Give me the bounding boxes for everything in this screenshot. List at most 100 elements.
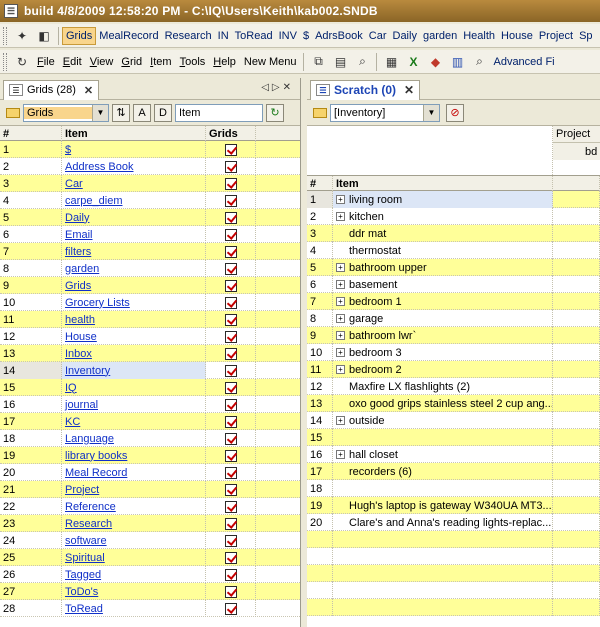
row-item-cell[interactable]: + kitchen (333, 208, 553, 225)
toolbar-grip[interactable] (3, 26, 7, 45)
table-row[interactable] (307, 548, 600, 565)
row-project-cell[interactable] (553, 497, 600, 514)
row-item-link[interactable]: IQ (65, 382, 77, 394)
table-row[interactable]: 3 ddr mat (307, 225, 600, 242)
checkbox-checked[interactable] (225, 177, 237, 190)
row-item-cell[interactable]: Reference (62, 498, 206, 515)
table-row[interactable]: 23 Research (0, 515, 300, 532)
row-project-cell[interactable] (553, 208, 600, 225)
menu-item-5[interactable]: Item (146, 54, 175, 70)
row-project-cell[interactable] (553, 378, 600, 395)
row-item-link[interactable]: garden (65, 263, 99, 275)
checkbox-checked[interactable] (225, 568, 237, 581)
column-header-project[interactable]: Project (553, 126, 600, 143)
chevron-down-icon[interactable]: ▼ (423, 104, 439, 121)
row-item-link[interactable]: journal (65, 399, 98, 411)
row-item-cell[interactable]: + bedroom 1 (333, 293, 553, 310)
row-item-cell[interactable]: $ (62, 141, 206, 158)
row-project-cell[interactable] (553, 463, 600, 480)
column-header-grids[interactable]: Grids (206, 126, 256, 141)
chevron-down-icon[interactable]: ▼ (92, 104, 108, 121)
column-header-item[interactable]: Item (62, 126, 206, 141)
new-menu-button[interactable]: New Menu (240, 54, 301, 70)
sort-ascending-button[interactable]: A (133, 103, 151, 122)
row-project-cell[interactable] (553, 531, 600, 548)
table-row[interactable]: 5 + bathroom upper (307, 259, 600, 276)
search-icon[interactable]: ⌕ (470, 53, 488, 71)
table-row[interactable]: 6 + basement (307, 276, 600, 293)
table-row[interactable]: 15 (307, 429, 600, 446)
table-row[interactable]: 7 + bedroom 1 (307, 293, 600, 310)
table-row[interactable]: 10 + bedroom 3 (307, 344, 600, 361)
row-item-cell[interactable]: Inventory (62, 362, 206, 379)
row-item-cell[interactable]: garden (62, 260, 206, 277)
row-item-cell[interactable]: filters (62, 243, 206, 260)
row-item-link[interactable]: Daily (65, 212, 89, 224)
checkbox-checked[interactable] (225, 483, 237, 496)
table-row[interactable]: 1 $ (0, 141, 300, 158)
row-item-link[interactable]: Grids (65, 280, 91, 292)
row-item-cell[interactable]: + hall closet (333, 446, 553, 463)
table-row[interactable]: 27 ToDo's (0, 583, 300, 600)
row-item-link[interactable]: library books (65, 450, 127, 462)
row-item-cell[interactable]: Grocery Lists (62, 294, 206, 311)
excel-icon[interactable]: X (404, 53, 422, 71)
row-item-cell[interactable]: health (62, 311, 206, 328)
row-item-cell[interactable] (333, 480, 553, 497)
shapes-icon[interactable]: ◆ (426, 53, 444, 71)
row-item-cell[interactable]: IQ (62, 379, 206, 396)
row-item-cell[interactable]: House (62, 328, 206, 345)
table-row[interactable]: 8 garden (0, 260, 300, 277)
row-item-link[interactable]: Grocery Lists (65, 297, 130, 309)
expand-plus-icon[interactable]: + (336, 416, 345, 425)
expand-plus-icon[interactable]: + (336, 263, 345, 272)
row-item-cell[interactable]: software (62, 532, 206, 549)
row-item-link[interactable]: carpe_diem (65, 195, 122, 207)
row-item-cell[interactable]: + bedroom 2 (333, 361, 553, 378)
row-item-cell[interactable]: thermostat (333, 242, 553, 259)
row-project-cell[interactable] (553, 582, 600, 599)
row-item-cell[interactable]: Project (62, 481, 206, 498)
expand-plus-icon[interactable]: + (336, 450, 345, 459)
checkbox-checked[interactable] (225, 194, 237, 207)
row-item-cell[interactable]: Tagged (62, 566, 206, 583)
quicklink-4[interactable]: IN (215, 28, 232, 44)
checkbox-checked[interactable] (225, 398, 237, 411)
checkbox-checked[interactable] (225, 364, 237, 377)
checkbox-checked[interactable] (225, 313, 237, 326)
table-row[interactable]: 2 + kitchen (307, 208, 600, 225)
sort-field-input[interactable]: Item (175, 103, 263, 122)
row-item-cell[interactable]: + garage (333, 310, 553, 327)
table-row[interactable] (307, 531, 600, 548)
open-icon[interactable]: ◧ (35, 27, 53, 45)
table-row[interactable]: 16 + hall closet (307, 446, 600, 463)
table-row[interactable]: 4 thermostat (307, 242, 600, 259)
row-item-link[interactable]: Address Book (65, 161, 133, 173)
quicklink-13[interactable]: House (498, 28, 536, 44)
row-project-cell[interactable] (553, 310, 600, 327)
table-row[interactable]: 9 Grids (0, 277, 300, 294)
refresh-icon[interactable]: ↻ (13, 53, 31, 71)
table-row[interactable]: 25 Spiritual (0, 549, 300, 566)
tab-scratch[interactable]: ☰ Scratch (0) ✕ (310, 79, 421, 100)
scratch-grid-select[interactable]: [Inventory] ▼ (330, 103, 440, 122)
row-item-link[interactable]: Spiritual (65, 552, 105, 564)
checkbox-checked[interactable] (225, 262, 237, 275)
table-row[interactable]: 13 oxo good grips stainless steel 2 cup a… (307, 395, 600, 412)
row-project-cell[interactable] (553, 225, 600, 242)
table-row[interactable]: 4 carpe_diem (0, 192, 300, 209)
row-item-link[interactable]: Project (65, 484, 99, 496)
row-item-cell[interactable]: Grids (62, 277, 206, 294)
close-icon[interactable]: ✕ (84, 84, 93, 97)
quicklink-3[interactable]: Research (162, 28, 215, 44)
column-header-num[interactable]: # (307, 176, 333, 191)
row-item-cell[interactable] (333, 429, 553, 446)
clear-filter-icon[interactable]: ⊘ (446, 103, 464, 122)
page-icon[interactable]: ▤ (331, 53, 349, 71)
table-row[interactable]: 18 (307, 480, 600, 497)
refresh-icon[interactable]: ↻ (266, 103, 284, 122)
quicklink-1[interactable]: Grids (62, 26, 97, 45)
row-project-cell[interactable] (553, 412, 600, 429)
checkbox-checked[interactable] (225, 211, 237, 224)
quicklink-2[interactable]: MealRecord (96, 28, 161, 44)
